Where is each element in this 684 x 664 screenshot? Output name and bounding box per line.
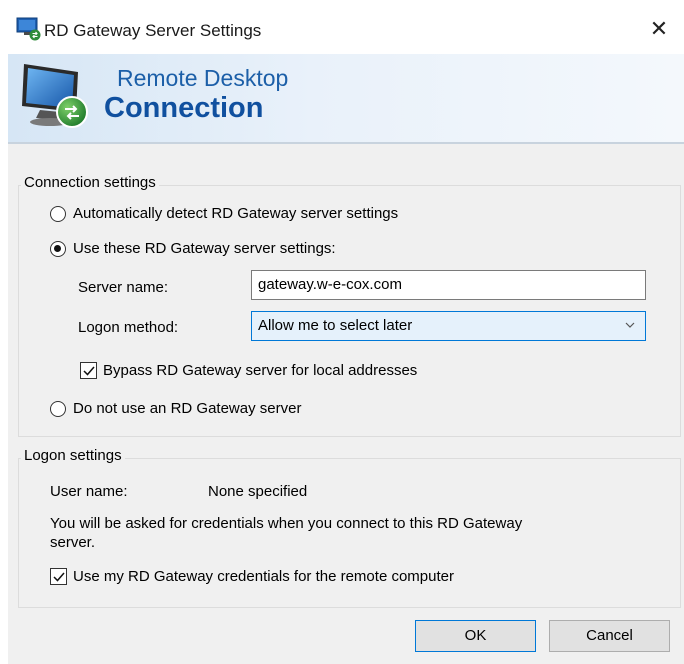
do-not-use-radio[interactable] bbox=[50, 401, 66, 417]
use-credentials-label[interactable]: Use my RD Gateway credentials for the re… bbox=[73, 568, 454, 585]
close-icon[interactable]: ✕ bbox=[646, 16, 672, 42]
cancel-button[interactable]: Cancel bbox=[549, 620, 670, 652]
checkmark-icon bbox=[83, 366, 95, 376]
logon-method-select[interactable]: Allow me to select later bbox=[251, 311, 646, 341]
auto-detect-label[interactable]: Automatically detect RD Gateway server s… bbox=[73, 205, 398, 222]
logon-settings-group bbox=[18, 458, 681, 608]
auto-detect-radio[interactable] bbox=[50, 206, 66, 222]
user-name-value: None specified bbox=[208, 483, 308, 500]
bypass-local-label[interactable]: Bypass RD Gateway server for local addre… bbox=[103, 362, 417, 379]
server-name-label: Server name: bbox=[78, 279, 169, 296]
window-title: RD Gateway Server Settings bbox=[44, 21, 262, 40]
remote-desktop-icon bbox=[16, 15, 42, 41]
remote-desktop-logo-icon bbox=[20, 60, 100, 136]
credentials-info-line1: You will be asked for credentials when y… bbox=[50, 515, 523, 532]
brand-line-1: Remote Desktop bbox=[117, 65, 289, 91]
connection-settings-legend: Connection settings bbox=[21, 174, 159, 191]
bypass-local-checkbox[interactable] bbox=[80, 362, 97, 379]
use-these-settings-label[interactable]: Use these RD Gateway server settings: bbox=[73, 240, 336, 257]
do-not-use-label[interactable]: Do not use an RD Gateway server bbox=[73, 400, 301, 417]
chevron-down-icon bbox=[625, 322, 635, 328]
user-name-label: User name: bbox=[50, 483, 128, 500]
credentials-info-line2: server. bbox=[50, 534, 96, 551]
logon-method-value: Allow me to select later bbox=[258, 317, 413, 334]
checkmark-icon bbox=[53, 572, 65, 582]
use-these-settings-radio[interactable] bbox=[50, 241, 66, 257]
brand-line-2: Connection bbox=[104, 92, 264, 124]
ok-button[interactable]: OK bbox=[415, 620, 536, 652]
use-credentials-checkbox[interactable] bbox=[50, 568, 67, 585]
logon-method-label: Logon method: bbox=[78, 319, 179, 336]
logon-settings-legend: Logon settings bbox=[21, 447, 125, 464]
server-name-input[interactable]: gateway.w-e-cox.com bbox=[251, 270, 646, 300]
